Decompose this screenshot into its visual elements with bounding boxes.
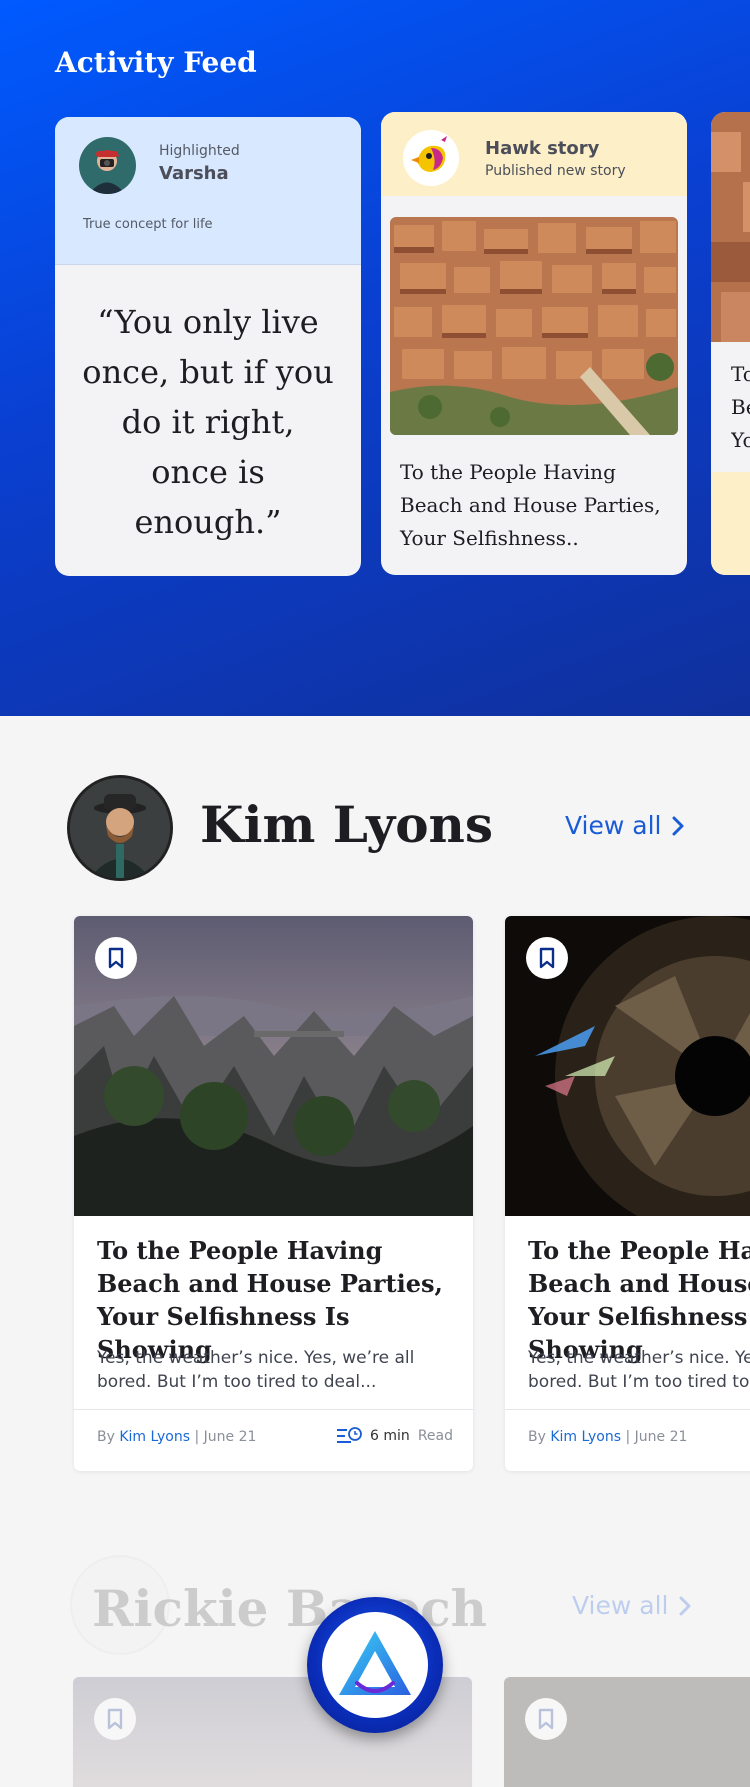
bookmark-button[interactable]	[526, 937, 568, 979]
highlighted-label: Highlighted	[159, 143, 240, 159]
view-all-label: View all	[565, 811, 662, 840]
author-name[interactable]: Kim Lyons	[200, 795, 493, 854]
peek-card-text: To Be Yo	[731, 362, 750, 452]
bookmark-button[interactable]	[95, 937, 137, 979]
fab-inner	[322, 1612, 428, 1718]
peek-story-card[interactable]: To Be Yo	[711, 112, 750, 575]
kim-lyons-avatar[interactable]	[67, 775, 173, 881]
article-description: Yes, the weather’s nice. Yes, we’re all …	[97, 1348, 415, 1392]
camera-aperture-image[interactable]	[504, 1677, 750, 1787]
rock-formation-image[interactable]	[74, 916, 473, 1216]
view-all-label: View all	[572, 1591, 669, 1620]
triangle-logo-icon	[339, 1631, 411, 1695]
view-all-link[interactable]: View all	[565, 811, 685, 840]
byline-prefix: By	[528, 1429, 546, 1445]
chevron-right-icon	[679, 1596, 691, 1615]
hawk-story-card[interactable]: Hawk story Published new story To the Pe…	[381, 112, 687, 575]
quote-text: “You only live once, but if you do it ri…	[82, 303, 334, 541]
article-byline: By Kim Lyons | June 21	[97, 1429, 256, 1445]
article-card[interactable]	[504, 1677, 750, 1787]
article-footer: By Kim Lyons | June 21	[505, 1409, 750, 1471]
article-description: Yes, the weather’s nice. Yes, we’re all …	[528, 1348, 750, 1392]
story-text[interactable]: To the People Having Beach and House Par…	[400, 456, 670, 555]
bookmark-button[interactable]	[525, 1698, 567, 1740]
bookmark-icon	[107, 1708, 123, 1730]
bookmark-icon	[538, 1708, 554, 1730]
chevron-right-icon	[672, 816, 684, 835]
article-footer: By Kim Lyons | June 21 6 min Read	[74, 1409, 473, 1471]
byline-date: | June 21	[625, 1429, 688, 1445]
byline-prefix: By	[97, 1429, 115, 1445]
read-time: 6 min Read	[336, 1426, 453, 1446]
article-card[interactable]: To the People Having Beach and House Par…	[74, 916, 473, 1471]
hawk-logo-icon	[403, 130, 459, 186]
read-time-label: Read	[417, 1428, 453, 1444]
byline-date: | June 21	[194, 1429, 257, 1445]
story-kind: Hawk story	[485, 138, 600, 159]
floating-action-button[interactable]	[307, 1597, 443, 1733]
byline-author-link[interactable]: Kim Lyons	[119, 1429, 190, 1445]
bookmark-icon	[108, 947, 124, 969]
activity-feed-title: Activity Feed	[55, 46, 257, 79]
story-subtitle: Published new story	[485, 163, 626, 179]
read-time-minutes: 6 min	[370, 1428, 410, 1444]
peek-card-image	[711, 112, 750, 342]
highlighted-quote-card[interactable]: Highlighted Varsha True concept for life…	[55, 117, 361, 576]
article-byline: By Kim Lyons | June 21	[528, 1429, 687, 1445]
activity-feed-section: Activity Feed Highlighted Varsha True co…	[0, 0, 750, 716]
article-card[interactable]: To the People Having Beach and House Par…	[505, 916, 750, 1471]
highlight-tagline: True concept for life	[83, 217, 213, 232]
town-aerial-image[interactable]	[390, 217, 678, 435]
highlighted-user-name[interactable]: Varsha	[159, 163, 229, 184]
varsha-avatar[interactable]	[79, 137, 136, 194]
byline-author-link[interactable]: Kim Lyons	[550, 1429, 621, 1445]
highlight-card-header: Highlighted Varsha True concept for life	[55, 117, 361, 265]
camera-aperture-image[interactable]	[505, 916, 750, 1216]
view-all-link[interactable]: View all	[572, 1591, 692, 1620]
bookmark-button[interactable]	[94, 1698, 136, 1740]
bookmark-icon	[539, 947, 555, 969]
peek-card-footer	[711, 472, 750, 575]
reading-time-icon	[337, 1427, 362, 1443]
story-card-header: Hawk story Published new story	[381, 112, 687, 196]
